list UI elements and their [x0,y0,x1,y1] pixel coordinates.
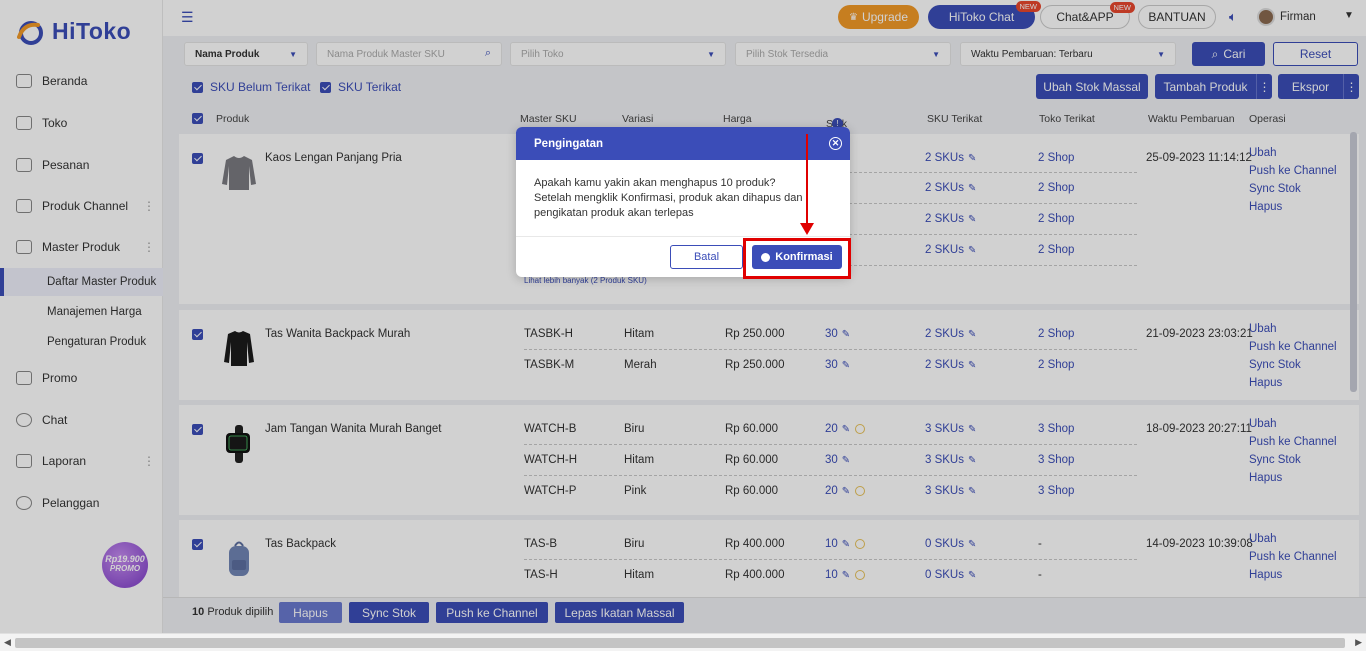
dialog-title: Pengingatan [534,138,604,150]
annotation-arrow-line [806,134,808,226]
horizontal-scrollbar[interactable]: ◀ ▶ [0,633,1366,651]
scroll-right-icon[interactable]: ▶ [1355,637,1362,648]
dialog-header: Pengingatan ✕ [516,127,850,160]
annotation-highlight-box [743,238,851,279]
annotation-arrow-head [800,223,814,235]
scroll-left-icon[interactable]: ◀ [4,637,11,648]
dialog-message-line: Setelah mengklik Konfirmasi, produk akan… [534,192,803,204]
dialog-message-line: Apakah kamu yakin akan menghapus 10 prod… [534,177,776,189]
close-icon[interactable]: ✕ [829,137,842,150]
batal-button[interactable]: Batal [670,245,743,269]
scrollbar-thumb[interactable] [15,638,1345,648]
modal-backdrop[interactable] [0,0,1366,633]
dialog-message-line: pengikatan produk akan terlepas [534,207,694,219]
